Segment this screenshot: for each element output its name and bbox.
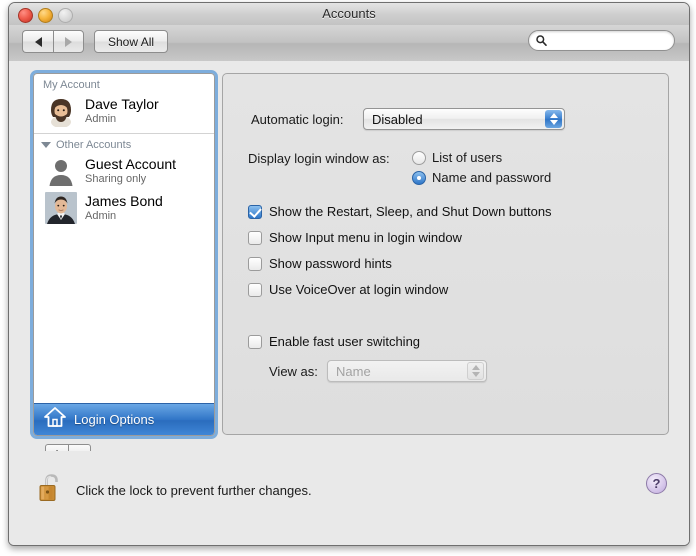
back-button[interactable] bbox=[22, 30, 53, 53]
navigation-buttons bbox=[22, 30, 84, 53]
view-as-row: View as: bbox=[269, 364, 318, 379]
view-as-value: Name bbox=[336, 363, 371, 379]
checkbox-icon[interactable] bbox=[248, 282, 262, 297]
checkbox-icon[interactable] bbox=[248, 256, 262, 271]
account-name: James Bond bbox=[85, 192, 163, 209]
account-role: Admin bbox=[85, 210, 117, 223]
sidebar-group-header-my-account: My Account bbox=[43, 79, 100, 91]
chevron-up-icon bbox=[471, 365, 480, 370]
account-name: Guest Account bbox=[85, 155, 177, 172]
sidebar-item-james-bond[interactable]: James Bond Admin bbox=[34, 190, 214, 227]
login-options-panel: Automatic login: Disabled Display login … bbox=[222, 73, 669, 435]
open-padlock-icon[interactable] bbox=[39, 473, 65, 508]
checkbox-label: Show Input menu in login window bbox=[269, 230, 462, 245]
radio-list-of-users[interactable]: List of users bbox=[412, 150, 502, 165]
accounts-sidebar[interactable]: My Account Dave Taylor Admin Other Accou… bbox=[33, 73, 215, 436]
back-arrow-icon bbox=[34, 36, 42, 47]
radio-label: Name and password bbox=[432, 170, 552, 185]
avatar bbox=[45, 192, 77, 224]
view-as-label: View as: bbox=[269, 364, 318, 379]
chevron-down-icon bbox=[549, 120, 558, 125]
checkbox-show-input-menu[interactable]: Show Input menu in login window bbox=[248, 230, 462, 245]
show-all-button[interactable]: Show All bbox=[94, 30, 169, 53]
automatic-login-label: Automatic login: bbox=[251, 112, 344, 127]
checkbox-label: Use VoiceOver at login window bbox=[269, 282, 449, 297]
chevron-up-icon bbox=[549, 113, 558, 118]
sidebar-group-header-other-accounts[interactable]: Other Accounts bbox=[34, 134, 214, 153]
content-area: My Account Dave Taylor Admin Other Accou… bbox=[9, 61, 689, 545]
stepper-icon[interactable] bbox=[545, 110, 562, 128]
display-login-window-label: Display login window as: bbox=[248, 151, 390, 166]
checkbox-icon[interactable] bbox=[248, 230, 262, 245]
account-info: Dave Taylor Admin bbox=[85, 95, 159, 126]
help-button[interactable]: ? bbox=[646, 473, 667, 494]
radio-name-and-password[interactable]: Name and password bbox=[412, 170, 551, 185]
checkbox-label: Enable fast user switching bbox=[269, 334, 421, 349]
magnifier-icon bbox=[536, 35, 547, 46]
sidebar-item-login-options[interactable]: Login Options bbox=[34, 403, 214, 435]
sidebar-group-label: Other Accounts bbox=[56, 139, 132, 151]
radio-button-icon[interactable] bbox=[412, 150, 426, 165]
display-login-window-row: Display login window as: bbox=[248, 151, 390, 166]
automatic-login-row: Automatic login: bbox=[251, 112, 344, 127]
automatic-login-popup[interactable]: Disabled bbox=[363, 108, 565, 130]
triangle-down-icon[interactable] bbox=[41, 142, 51, 148]
account-role: Admin bbox=[85, 113, 117, 126]
titlebar: Accounts bbox=[9, 3, 689, 26]
accounts-preference-window: Accounts Show All My Account Dave Taylor… bbox=[0, 0, 696, 556]
sidebar-item-dave-taylor[interactable]: Dave Taylor Admin bbox=[34, 93, 214, 130]
checkbox-enable-fast-user-switching[interactable]: Enable fast user switching bbox=[248, 334, 420, 349]
view-as-popup: Name bbox=[327, 360, 487, 382]
automatic-login-value: Disabled bbox=[372, 111, 423, 127]
toolbar: Show All bbox=[9, 25, 689, 62]
login-options-label: Login Options bbox=[74, 412, 155, 427]
sidebar-item-guest-account[interactable]: Guest Account Sharing only bbox=[34, 153, 214, 190]
account-name: Dave Taylor bbox=[85, 95, 159, 112]
search-field[interactable] bbox=[528, 30, 675, 51]
checkbox-checked-icon[interactable] bbox=[248, 204, 262, 219]
avatar bbox=[45, 95, 77, 127]
account-info: Guest Account Sharing only bbox=[85, 155, 177, 186]
account-info: James Bond Admin bbox=[85, 192, 163, 223]
chevron-down-icon bbox=[471, 372, 480, 377]
radio-label: List of users bbox=[432, 150, 503, 165]
window-title: Accounts bbox=[322, 6, 376, 21]
checkbox-show-restart-sleep-shutdown[interactable]: Show the Restart, Sleep, and Shut Down b… bbox=[248, 204, 552, 219]
stepper-icon bbox=[467, 362, 484, 380]
checkbox-label: Show the Restart, Sleep, and Shut Down b… bbox=[269, 204, 552, 219]
accounts-sidebar-wrapper: My Account Dave Taylor Admin Other Accou… bbox=[30, 70, 218, 439]
checkbox-use-voiceover[interactable]: Use VoiceOver at login window bbox=[248, 282, 448, 297]
checkbox-label: Show password hints bbox=[269, 256, 392, 271]
account-role: Sharing only bbox=[85, 173, 147, 186]
radio-button-selected-icon[interactable] bbox=[412, 170, 426, 185]
house-icon bbox=[44, 407, 66, 432]
checkbox-icon[interactable] bbox=[248, 334, 262, 349]
footer-lock-bar: Click the lock to prevent further change… bbox=[9, 451, 689, 545]
avatar bbox=[45, 155, 77, 187]
forward-button bbox=[53, 30, 84, 53]
lock-row[interactable]: Click the lock to prevent further change… bbox=[39, 473, 312, 508]
window-frame: Accounts Show All My Account Dave Taylor… bbox=[8, 2, 690, 546]
lock-message: Click the lock to prevent further change… bbox=[76, 483, 312, 498]
forward-arrow-icon bbox=[65, 36, 72, 47]
checkbox-show-password-hints[interactable]: Show password hints bbox=[248, 256, 392, 271]
